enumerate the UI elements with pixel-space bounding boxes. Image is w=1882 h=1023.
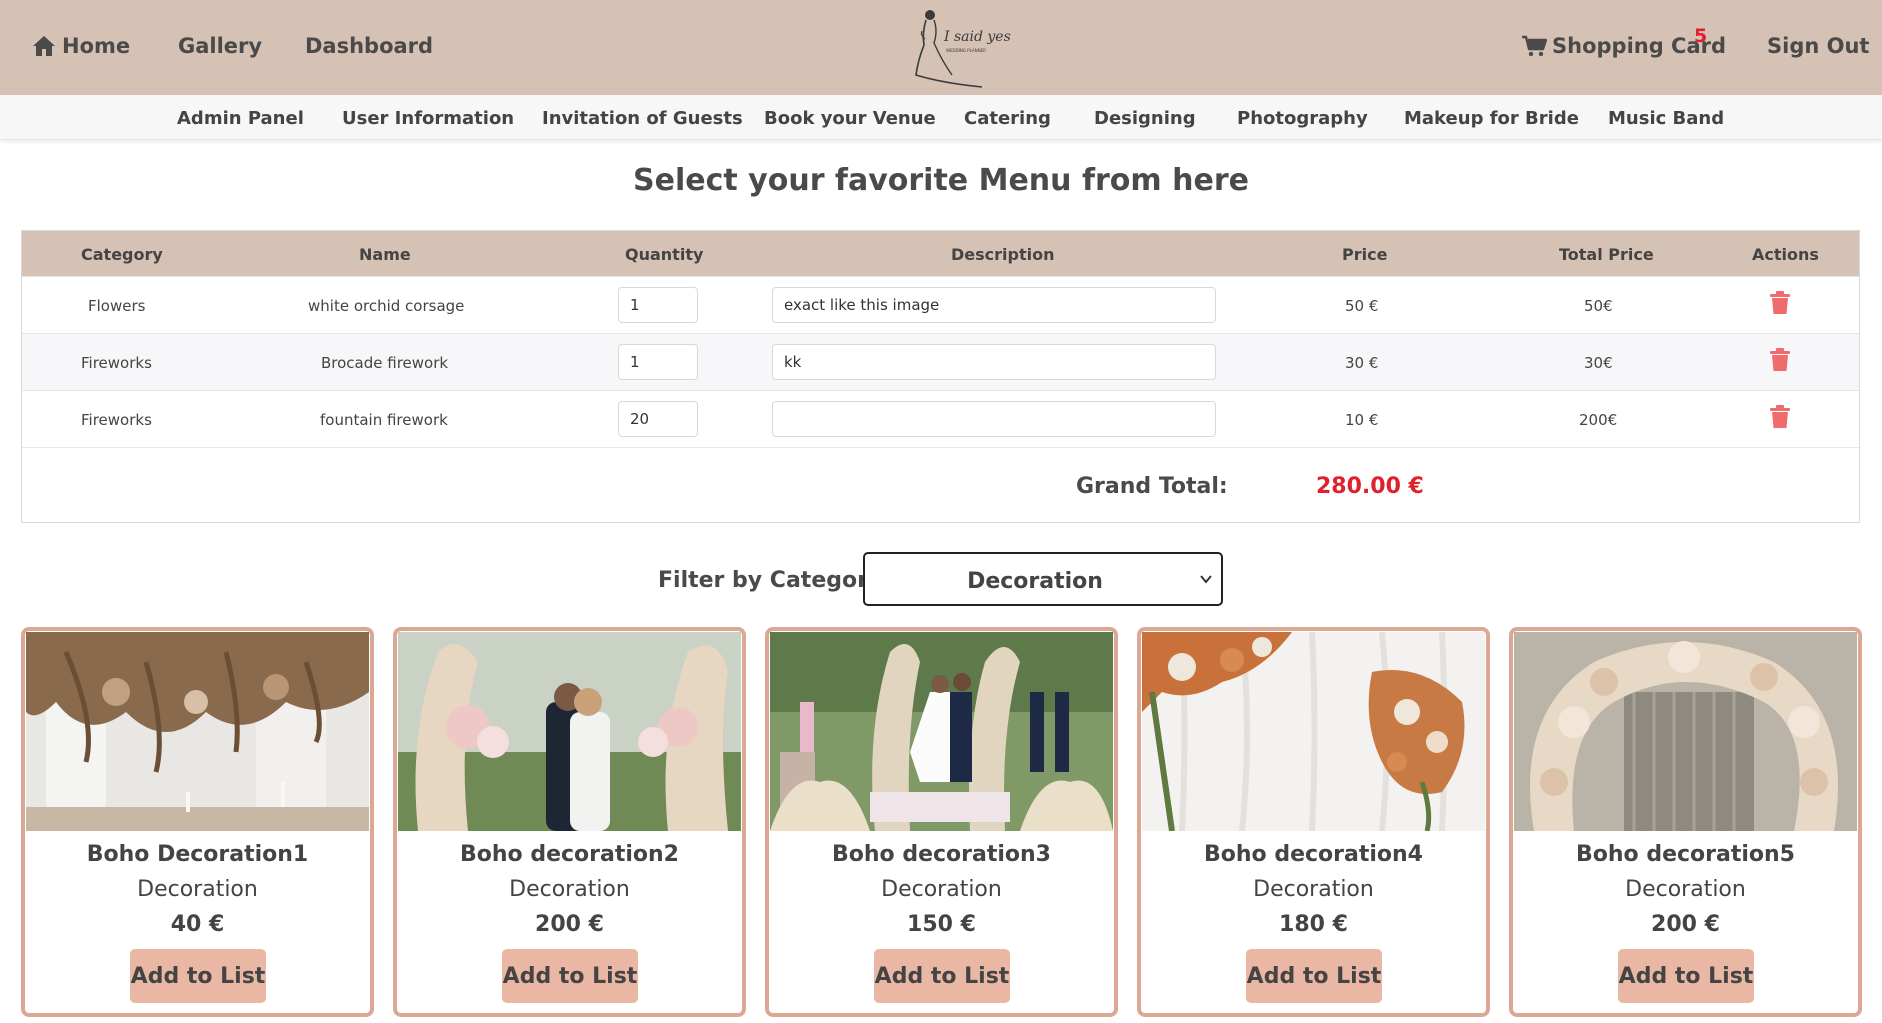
cell-name: Brocade firework bbox=[321, 354, 449, 372]
product-category: Decoration bbox=[509, 877, 630, 902]
product-card: Boho decoration3 Decoration 150 € Add to… bbox=[765, 627, 1118, 1017]
trash-icon[interactable] bbox=[1770, 348, 1790, 372]
cell-name: white orchid corsage bbox=[308, 297, 465, 315]
th-total-price: Total Price bbox=[1559, 245, 1654, 264]
page-title: Select your favorite Menu from here bbox=[633, 163, 1249, 198]
secondary-navbar: Admin Panel User Information Invitation … bbox=[0, 95, 1882, 140]
th-category: Category bbox=[81, 245, 163, 264]
add-to-list-button[interactable]: Add to List bbox=[1246, 949, 1382, 1003]
add-to-list-button[interactable]: Add to List bbox=[502, 949, 638, 1003]
subnav-makeup-for-bride[interactable]: Makeup for Bride bbox=[1404, 108, 1579, 129]
grand-total-label: Grand Total: bbox=[1076, 474, 1228, 499]
product-image bbox=[1142, 632, 1485, 831]
product-category: Decoration bbox=[1625, 877, 1746, 902]
th-price: Price bbox=[1342, 245, 1388, 264]
product-category: Decoration bbox=[881, 877, 1002, 902]
sign-out-label: Sign Out bbox=[1767, 34, 1870, 58]
cell-category: Flowers bbox=[88, 297, 146, 315]
table-row: Flowers white orchid corsage 50 € 50€ bbox=[22, 276, 1859, 333]
th-description: Description bbox=[951, 245, 1055, 264]
cell-total-price: 30€ bbox=[1584, 354, 1613, 372]
subnav-designing[interactable]: Designing bbox=[1094, 108, 1196, 129]
description-input[interactable] bbox=[772, 287, 1216, 323]
nav-gallery-link[interactable]: Gallery bbox=[178, 34, 262, 58]
quantity-input[interactable] bbox=[618, 287, 698, 323]
quantity-input[interactable] bbox=[618, 344, 698, 380]
product-card: Boho decoration2 Decoration 200 € Add to… bbox=[393, 627, 746, 1017]
category-filter-select[interactable]: Decoration bbox=[863, 552, 1223, 606]
product-card: Boho decoration4 Decoration 180 € Add to… bbox=[1137, 627, 1490, 1017]
table-row: Fireworks fountain firework 10 € 200€ bbox=[22, 390, 1859, 447]
grand-total-row: Grand Total: 280.00 € bbox=[22, 447, 1859, 523]
th-quantity: Quantity bbox=[625, 245, 704, 264]
add-to-list-button[interactable]: Add to List bbox=[130, 949, 266, 1003]
quantity-input[interactable] bbox=[618, 401, 698, 437]
subnav-music-band[interactable]: Music Band bbox=[1608, 108, 1724, 129]
product-price: 200 € bbox=[1651, 912, 1720, 937]
table-header: Category Name Quantity Description Price… bbox=[22, 231, 1859, 276]
cart-count-badge: 5 bbox=[1694, 25, 1708, 47]
product-image bbox=[1514, 632, 1857, 831]
description-input[interactable] bbox=[772, 344, 1216, 380]
trash-icon[interactable] bbox=[1770, 291, 1790, 315]
product-price: 150 € bbox=[907, 912, 976, 937]
product-image bbox=[26, 632, 369, 831]
product-price: 180 € bbox=[1279, 912, 1348, 937]
subnav-invitation-of-guests[interactable]: Invitation of Guests bbox=[542, 108, 743, 129]
logo-bride-icon[interactable]: I said yes WEDDING PLANNER bbox=[912, 5, 1012, 89]
cell-price: 50 € bbox=[1345, 297, 1379, 315]
cart-table: Category Name Quantity Description Price… bbox=[21, 230, 1860, 523]
product-name: Boho Decoration1 bbox=[86, 842, 309, 867]
cell-total-price: 50€ bbox=[1584, 297, 1613, 315]
cell-category: Fireworks bbox=[81, 411, 152, 429]
filter-selected-value: Decoration bbox=[967, 569, 1103, 594]
description-input[interactable] bbox=[772, 401, 1216, 437]
product-name: Boho decoration3 bbox=[832, 842, 1051, 867]
product-price: 200 € bbox=[535, 912, 604, 937]
product-card: Boho Decoration1 Decoration 40 € Add to … bbox=[21, 627, 374, 1017]
product-card: Boho decoration5 Decoration 200 € Add to… bbox=[1509, 627, 1862, 1017]
cell-category: Fireworks bbox=[81, 354, 152, 372]
add-to-list-button[interactable]: Add to List bbox=[874, 949, 1010, 1003]
product-name: Boho decoration5 bbox=[1576, 842, 1795, 867]
th-actions: Actions bbox=[1752, 245, 1819, 264]
grand-total-value: 280.00 € bbox=[1316, 474, 1424, 499]
product-category: Decoration bbox=[137, 877, 258, 902]
cell-name: fountain firework bbox=[320, 411, 448, 429]
product-image bbox=[398, 632, 741, 831]
shopping-cart-icon bbox=[1522, 35, 1547, 57]
add-to-list-button[interactable]: Add to List bbox=[1618, 949, 1754, 1003]
subnav-catering[interactable]: Catering bbox=[964, 108, 1051, 129]
subnav-book-your-venue[interactable]: Book your Venue bbox=[764, 108, 936, 129]
product-name: Boho decoration2 bbox=[460, 842, 679, 867]
cell-total-price: 200€ bbox=[1579, 411, 1618, 429]
cell-price: 30 € bbox=[1345, 354, 1379, 372]
svg-text:I said yes: I said yes bbox=[943, 29, 1011, 45]
nav-home-label: Home bbox=[62, 34, 131, 58]
nav-dashboard-label: Dashboard bbox=[305, 34, 434, 58]
home-icon bbox=[33, 36, 55, 56]
th-name: Name bbox=[359, 245, 411, 264]
filter-label: Filter by Category: bbox=[658, 568, 892, 593]
nav-gallery-label: Gallery bbox=[178, 34, 263, 58]
table-row: Fireworks Brocade firework 30 € 30€ bbox=[22, 333, 1859, 390]
subnav-user-information[interactable]: User Information bbox=[342, 108, 514, 129]
product-image bbox=[770, 632, 1113, 831]
top-navbar: Home Gallery Dashboard I said yes WEDDIN… bbox=[0, 0, 1882, 95]
chevron-down-icon bbox=[1200, 575, 1212, 584]
cell-price: 10 € bbox=[1345, 411, 1379, 429]
product-category: Decoration bbox=[1253, 877, 1374, 902]
trash-icon[interactable] bbox=[1770, 405, 1790, 429]
product-name: Boho decoration4 bbox=[1204, 842, 1423, 867]
svg-text:WEDDING PLANNER: WEDDING PLANNER bbox=[946, 48, 986, 53]
sign-out-link[interactable]: Sign Out bbox=[1767, 34, 1869, 58]
subnav-photography[interactable]: Photography bbox=[1237, 108, 1368, 129]
nav-home-link[interactable]: Home bbox=[32, 34, 130, 58]
nav-dashboard-link[interactable]: Dashboard bbox=[305, 34, 433, 58]
subnav-admin-panel[interactable]: Admin Panel bbox=[177, 108, 304, 129]
product-price: 40 € bbox=[170, 912, 225, 937]
